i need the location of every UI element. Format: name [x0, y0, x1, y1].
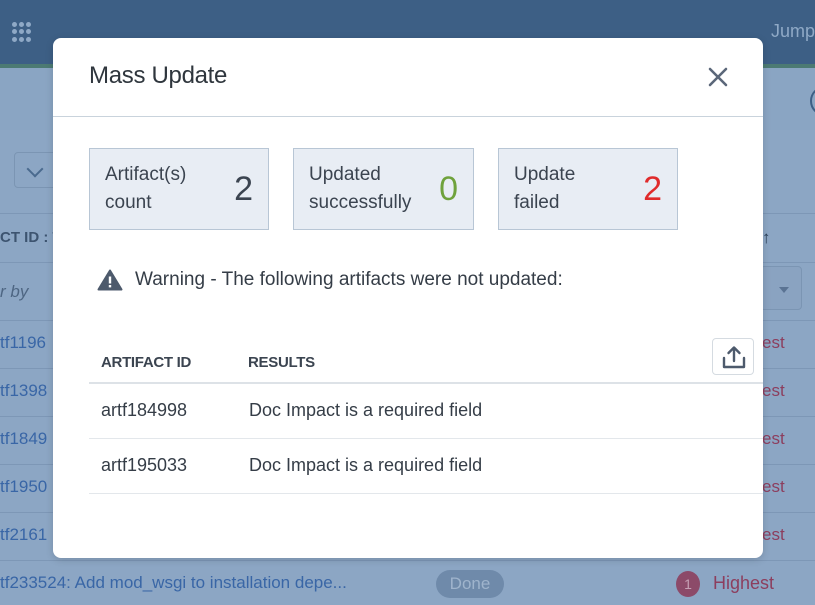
background-row-link[interactable]: tf1950 [0, 477, 47, 497]
updated-successfully-card: Updated successfully 0 [293, 148, 474, 230]
column-header-artifact-id: ARTIFACT ID [101, 354, 192, 371]
warning-icon [97, 269, 123, 291]
mass-update-dialog: Mass Update Artifact(s) count 2 Updated … [53, 38, 763, 558]
close-icon [708, 67, 728, 87]
background-row-priority: est [762, 429, 785, 448]
background-filter-input[interactable]: r by [0, 282, 28, 302]
jump-to-label[interactable]: Jump [771, 21, 815, 42]
caret-down-icon [779, 287, 789, 293]
stat-value: 2 [643, 170, 662, 208]
dialog-title: Mass Update [89, 62, 228, 89]
status-badge: Done [436, 570, 504, 598]
stat-value: 0 [439, 170, 458, 208]
column-header-results: RESULTS [248, 354, 315, 371]
background-row-link[interactable]: tf233524: Add mod_wsgi to installation d… [0, 573, 347, 593]
close-button[interactable] [703, 62, 733, 92]
apps-grid-icon[interactable] [12, 22, 34, 42]
background-row-link[interactable]: tf2161 [0, 525, 47, 545]
dialog-header: Mass Update [53, 38, 763, 117]
stat-label: Update failed [514, 164, 576, 213]
update-failed-card: Update failed 2 [498, 148, 678, 230]
export-button[interactable] [712, 338, 754, 375]
background-row-link[interactable]: tf1398 [0, 381, 47, 401]
stat-label: Artifact(s) count [105, 164, 187, 213]
artifact-id-cell: artf195033 [101, 455, 188, 475]
priority-label: Highest [713, 573, 775, 593]
background-filter-select[interactable] [760, 266, 802, 310]
background-row-link[interactable]: tf1849 [0, 429, 47, 449]
stat-label: Updated successfully [309, 164, 412, 213]
divider [0, 560, 815, 561]
background-row-priority: est [762, 381, 785, 400]
chevron-down-icon [26, 160, 44, 178]
warning-message: Warning - The following artifacts were n… [97, 267, 563, 293]
artifact-id-cell: artf184998 [101, 400, 188, 420]
sort-arrow-icon[interactable]: ↑ [762, 228, 771, 248]
background-row-priority: est [762, 525, 785, 544]
export-icon [722, 346, 746, 369]
background-row-priority: est [762, 333, 785, 352]
background-row-priority: est [762, 477, 785, 496]
artifacts-count-card: Artifact(s) count 2 [89, 148, 269, 230]
warning-text: Warning - The following artifacts were n… [135, 269, 563, 290]
result-cell: Doc Impact is a required field [249, 455, 483, 475]
priority-badge: 1 [676, 571, 700, 597]
background-dropdown[interactable] [14, 152, 58, 188]
background-row-link[interactable]: tf1196 [0, 333, 46, 353]
table-row: artf184998 Doc Impact is a required fiel… [89, 384, 763, 439]
table-row: artf195033 Doc Impact is a required fiel… [89, 439, 763, 494]
result-cell: Doc Impact is a required field [249, 400, 483, 420]
stat-value: 2 [234, 170, 253, 208]
